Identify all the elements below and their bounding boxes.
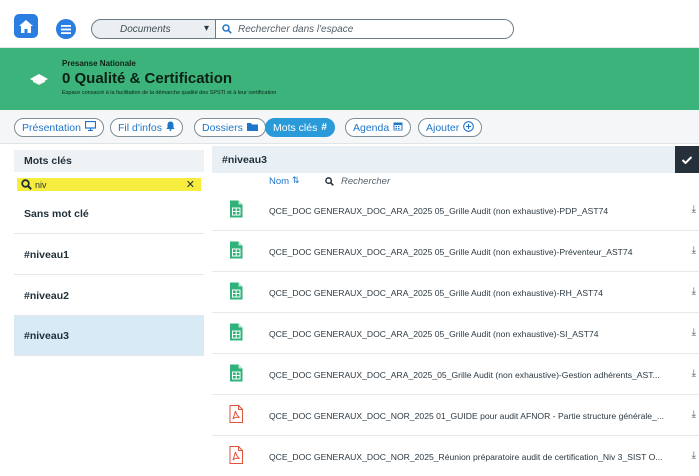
- tab-agenda-label: Agenda: [353, 121, 390, 134]
- spreadsheet-file-icon: [230, 241, 243, 259]
- documents-panel: #niveau3 Nom ⇅ Rechercher QCE_DOC GENERA…: [212, 146, 699, 476]
- keyword-item-niveau1[interactable]: #niveau1: [14, 235, 204, 275]
- menu-icon: [61, 24, 71, 34]
- spreadsheet-file-icon: [230, 323, 243, 341]
- select-all-button[interactable]: [675, 146, 699, 173]
- tab-mots-cles-label: Mots clés: [273, 121, 318, 134]
- tab-ajouter-label: Ajouter: [426, 121, 460, 134]
- menu-button[interactable]: [56, 19, 76, 39]
- file-row[interactable]: QCE_DOC GENERAUX_DOC_NOR_2025_Réunion pr…: [212, 437, 699, 476]
- download-icon[interactable]: ⤓: [692, 327, 696, 338]
- selected-keyword-title: #niveau3: [212, 146, 699, 173]
- presentation-icon: [84, 120, 97, 134]
- file-name[interactable]: QCE_DOC GENERAUX_DOC_ARA_2025 05_Grille …: [269, 273, 684, 313]
- keyword-item-niveau3[interactable]: #niveau3: [14, 316, 204, 356]
- tab-presentation[interactable]: Présentation: [14, 118, 104, 137]
- space-selector-value: Documents: [120, 23, 171, 35]
- sort-icon[interactable]: ⇅: [292, 175, 300, 186]
- download-icon[interactable]: ⤓: [692, 409, 696, 420]
- home-icon: [19, 19, 33, 33]
- sort-by-name-button[interactable]: Nom: [269, 176, 289, 187]
- search-icon: [325, 177, 334, 186]
- space-nav: Présentation Fil d'infos Dossiers Mots c…: [0, 110, 699, 144]
- home-button[interactable]: [14, 14, 38, 38]
- space-title: 0 Qualité & Certification: [62, 70, 233, 87]
- pdf-file-icon: [229, 446, 243, 464]
- file-name[interactable]: QCE_DOC GENERAUX_DOC_ARA_2025 05_Grille …: [269, 191, 684, 231]
- tab-dossiers-label: Dossiers: [202, 121, 243, 134]
- hashtag-icon: #: [321, 122, 327, 133]
- keyword-item-niveau2[interactable]: #niveau2: [14, 276, 204, 316]
- search-icon: [21, 179, 32, 190]
- download-icon[interactable]: ⤓: [692, 368, 696, 379]
- space-search-input[interactable]: Rechercher dans l'espace: [216, 19, 514, 39]
- keywords-header: Mots clés: [14, 150, 204, 172]
- file-row[interactable]: QCE_DOC GENERAUX_DOC_ARA_2025 05_Grille …: [212, 232, 699, 272]
- file-name[interactable]: QCE_DOC GENERAUX_DOC_ARA_2025_05_Grille …: [269, 355, 684, 395]
- check-icon: [682, 155, 692, 164]
- tab-fil-infos[interactable]: Fil d'infos: [110, 118, 184, 137]
- tab-fil-infos-label: Fil d'infos: [118, 121, 163, 134]
- search-icon: [222, 24, 232, 34]
- space-selector[interactable]: Documents ▾: [91, 19, 216, 39]
- tab-agenda[interactable]: Agenda: [345, 118, 412, 137]
- keyword-filter-value: niv: [35, 179, 47, 190]
- file-name[interactable]: QCE_DOC GENERAUX_DOC_ARA_2025 05_Grille …: [269, 314, 684, 354]
- document-search-input[interactable]: Rechercher: [341, 176, 390, 187]
- clear-filter-icon[interactable]: ✕: [186, 178, 195, 191]
- top-bar: Documents ▾ Rechercher dans l'espace: [0, 0, 699, 48]
- keywords-panel: Mots clés niv ✕ Sans mot clé #niveau1 #n…: [14, 150, 204, 476]
- download-icon[interactable]: ⤓: [692, 204, 696, 215]
- keyword-label: #niveau3: [24, 329, 69, 342]
- file-row[interactable]: QCE_DOC GENERAUX_DOC_ARA_2025 05_Grille …: [212, 273, 699, 313]
- keyword-label: Sans mot clé: [24, 207, 89, 220]
- file-row[interactable]: QCE_DOC GENERAUX_DOC_NOR_2025 01_GUIDE p…: [212, 396, 699, 436]
- space-logo-icon: [30, 74, 48, 85]
- file-name[interactable]: QCE_DOC GENERAUX_DOC_NOR_2025 01_GUIDE p…: [269, 396, 684, 436]
- keyword-label: #niveau1: [24, 248, 69, 261]
- file-row[interactable]: QCE_DOC GENERAUX_DOC_ARA_2025 05_Grille …: [212, 314, 699, 354]
- file-row[interactable]: QCE_DOC GENERAUX_DOC_ARA_2025_05_Grille …: [212, 355, 699, 395]
- tab-dossiers[interactable]: Dossiers: [194, 118, 266, 137]
- keyword-filter-input[interactable]: niv ✕: [17, 178, 201, 191]
- keyword-label: #niveau2: [24, 289, 69, 302]
- file-name[interactable]: QCE_DOC GENERAUX_DOC_ARA_2025 05_Grille …: [269, 232, 684, 272]
- tab-presentation-label: Présentation: [22, 121, 81, 134]
- download-icon[interactable]: ⤓: [692, 286, 696, 297]
- spreadsheet-file-icon: [230, 200, 243, 218]
- tab-ajouter[interactable]: Ajouter: [418, 118, 483, 137]
- keyword-item-sans-mot-cle[interactable]: Sans mot clé: [14, 194, 204, 234]
- space-description: Espace consacré à la facilitation de la …: [62, 90, 277, 96]
- space-banner: Presanse Nationale 0 Qualité & Certifica…: [0, 48, 699, 110]
- download-icon[interactable]: ⤓: [692, 450, 696, 461]
- calendar-icon: [393, 121, 403, 134]
- spreadsheet-file-icon: [230, 282, 243, 300]
- spreadsheet-file-icon: [230, 364, 243, 382]
- space-search-placeholder: Rechercher dans l'espace: [238, 23, 354, 35]
- list-toolbar: Nom ⇅ Rechercher: [212, 173, 699, 191]
- chevron-down-icon: ▾: [203, 23, 209, 34]
- organization-name: Presanse Nationale: [62, 59, 136, 68]
- folder-icon: [246, 122, 258, 134]
- bell-icon: [166, 121, 175, 134]
- plus-circle-icon: [463, 120, 475, 135]
- file-row[interactable]: QCE_DOC GENERAUX_DOC_ARA_2025 05_Grille …: [212, 191, 699, 231]
- pdf-file-icon: [229, 405, 243, 423]
- download-icon[interactable]: ⤓: [692, 245, 696, 256]
- tab-mots-cles[interactable]: Mots clés #: [265, 118, 335, 137]
- selected-keyword-label: #niveau3: [222, 154, 267, 166]
- file-name[interactable]: QCE_DOC GENERAUX_DOC_NOR_2025_Réunion pr…: [269, 437, 684, 476]
